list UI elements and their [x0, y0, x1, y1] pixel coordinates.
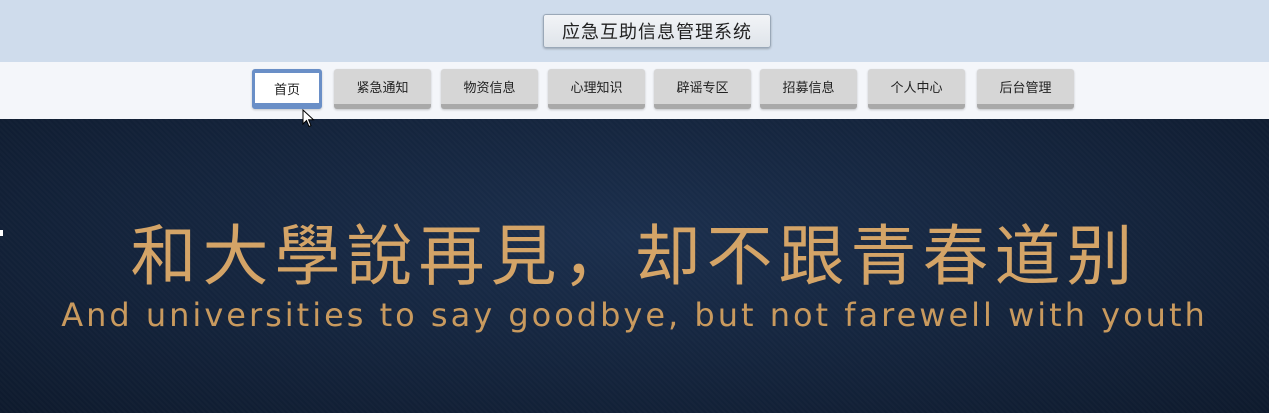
nav-item-personal-center[interactable]: 个人中心: [868, 69, 965, 109]
nav-item-recruitment-info[interactable]: 招募信息: [760, 69, 857, 109]
nav-item-admin[interactable]: 后台管理: [977, 69, 1074, 109]
mouse-cursor-icon: [302, 109, 315, 128]
nav-item-emergency-notice[interactable]: 紧急通知: [334, 69, 431, 109]
nav-bar: 首页 紧急通知 物资信息 心理知识 辟谣专区 招募信息 个人中心 后台管理: [0, 62, 1269, 119]
hero-banner: 和大學說再見，却不跟青春道别 And universities to say g…: [0, 119, 1269, 413]
top-header: 应急互助信息管理系统: [0, 0, 1269, 63]
banner-title: 和大學說再見，却不跟青春道别: [130, 218, 1139, 295]
edge-marker: [0, 230, 3, 236]
nav-item-home[interactable]: 首页: [252, 69, 322, 109]
app-page: 应急互助信息管理系统 首页 紧急通知 物资信息 心理知识 辟谣专区 招募信息 个…: [0, 0, 1269, 413]
system-title: 应急互助信息管理系统: [543, 14, 771, 48]
banner-subtitle: And universities to say goodbye, but not…: [61, 296, 1208, 334]
nav-item-rumor-refutation[interactable]: 辟谣专区: [654, 69, 751, 109]
nav-item-psychology-knowledge[interactable]: 心理知识: [548, 69, 645, 109]
nav-item-supplies-info[interactable]: 物资信息: [441, 69, 538, 109]
